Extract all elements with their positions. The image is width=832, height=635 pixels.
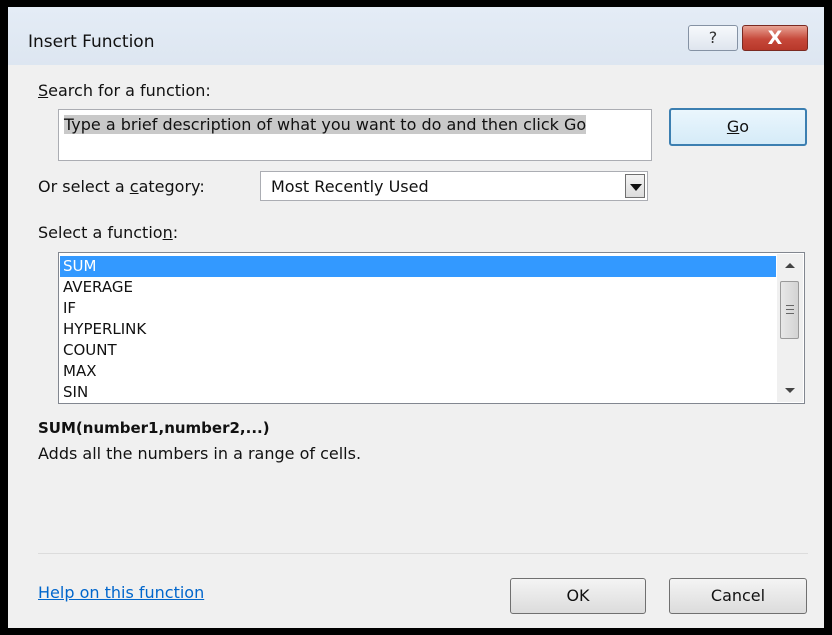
grip-line [786, 309, 794, 310]
function-list[interactable]: SUM AVERAGE IF HYPERLINK COUNT MAX SIN [58, 252, 805, 404]
category-selected-value: Most Recently Used [271, 177, 429, 196]
function-list-label: Select a function: [38, 223, 179, 242]
function-description: Adds all the numbers in a range of cells… [38, 444, 362, 463]
separator [38, 553, 808, 554]
scroll-down-arrow-icon[interactable] [777, 380, 803, 402]
dialog-title: Insert Function [28, 32, 155, 52]
function-list-item[interactable]: SUM [60, 256, 776, 277]
close-button[interactable]: X [742, 25, 808, 51]
function-list-item[interactable]: IF [60, 298, 776, 319]
close-icon: X [767, 27, 783, 49]
help-on-function-link[interactable]: Help on this function [38, 583, 204, 602]
help-icon: ? [708, 28, 718, 47]
help-button[interactable]: ? [688, 25, 738, 51]
function-list-item[interactable]: AVERAGE [60, 277, 776, 298]
scroll-up-arrow-icon[interactable] [777, 254, 803, 276]
title-bar: Insert Function ? X [8, 7, 824, 65]
function-list-item[interactable]: COUNT [60, 340, 776, 361]
function-signature: SUM(number1,number2,...) [38, 419, 270, 437]
ok-button[interactable]: OK [510, 578, 646, 614]
search-label: Search for a function: [38, 81, 211, 100]
grip-line [786, 313, 794, 314]
insert-function-dialog: Insert Function ? X Search for a functio… [8, 7, 824, 628]
grip-line [786, 305, 794, 306]
function-list-items: SUM AVERAGE IF HYPERLINK COUNT MAX SIN [60, 256, 776, 403]
cancel-button[interactable]: Cancel [669, 578, 807, 614]
category-label: Or select a category: [38, 177, 205, 196]
vertical-scrollbar[interactable] [777, 254, 803, 402]
search-input-value: Type a brief description of what you wan… [64, 115, 587, 134]
scrollbar-thumb[interactable] [780, 281, 799, 339]
function-list-item[interactable]: HYPERLINK [60, 319, 776, 340]
function-list-item[interactable]: MAX [60, 361, 776, 382]
go-button[interactable]: Go [669, 108, 807, 146]
function-list-item[interactable]: SIN [60, 382, 776, 403]
chevron-down-icon[interactable] [625, 174, 645, 198]
search-input[interactable]: Type a brief description of what you wan… [58, 109, 652, 161]
category-select[interactable]: Most Recently Used [260, 171, 648, 201]
